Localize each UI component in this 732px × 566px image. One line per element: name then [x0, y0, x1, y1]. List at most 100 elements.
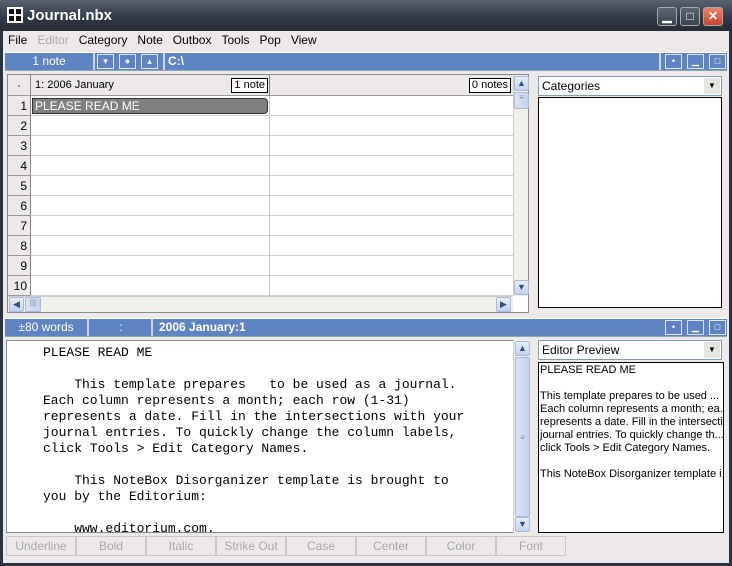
- table-row: [31, 256, 513, 276]
- cursor-position: :: [91, 319, 153, 336]
- editor-text[interactable]: PLEASE READ ME This template prepares to…: [7, 341, 513, 532]
- close-icon[interactable]: ✕: [703, 7, 723, 26]
- minimize-icon[interactable]: ▁: [657, 7, 677, 26]
- scroll-thumb[interactable]: ≡: [514, 92, 529, 109]
- chevron-down-icon[interactable]: ▼: [704, 342, 720, 358]
- row-header[interactable]: 8: [8, 236, 31, 256]
- format-button-font[interactable]: Font: [496, 536, 566, 556]
- categories-list[interactable]: [538, 97, 722, 308]
- grid-cell-note[interactable]: PLEASE READ ME: [32, 98, 268, 114]
- menu-tools[interactable]: Tools: [216, 31, 254, 47]
- dot-button[interactable]: ●: [119, 54, 136, 69]
- grid-cell[interactable]: [31, 136, 269, 155]
- grid-cell[interactable]: [270, 136, 513, 155]
- pane-minimize-button[interactable]: ▁: [687, 54, 704, 69]
- note-grid: · 1: 2006 January 1 note 0 notes 1 PLEAS…: [7, 74, 529, 313]
- row-header[interactable]: 3: [8, 136, 31, 156]
- grid-header: · 1: 2006 January 1 note 0 notes: [8, 75, 513, 96]
- note-count: 1 note: [5, 53, 95, 70]
- preview-selected: Editor Preview: [542, 343, 620, 357]
- table-row: [31, 216, 513, 236]
- pane-maximize-button[interactable]: □: [709, 320, 726, 335]
- menu-category[interactable]: Category: [74, 31, 133, 47]
- format-button-case[interactable]: Case: [286, 536, 356, 556]
- scroll-down-icon[interactable]: ▼: [514, 280, 529, 295]
- row-header[interactable]: 5: [8, 176, 31, 196]
- grid-cell[interactable]: [31, 176, 269, 195]
- grid-horizontal-scrollbar[interactable]: ◀ ||| ▶: [8, 296, 513, 312]
- preview-dropdown[interactable]: Editor Preview ▼: [538, 340, 722, 360]
- menu-view[interactable]: View: [286, 31, 322, 47]
- scroll-up-icon[interactable]: ▲: [515, 341, 530, 356]
- row-header[interactable]: 7: [8, 216, 31, 236]
- categories-dropdown[interactable]: Categories ▼: [538, 76, 722, 96]
- scroll-right-icon[interactable]: ▶: [496, 297, 511, 312]
- row-header[interactable]: 10: [8, 276, 31, 296]
- column-label: 1: 2006 January: [35, 79, 114, 91]
- maximize-icon[interactable]: □: [680, 7, 700, 26]
- grid-cell[interactable]: [270, 176, 513, 195]
- row-header[interactable]: 9: [8, 256, 31, 276]
- next-down-button[interactable]: ▾: [97, 54, 114, 69]
- scroll-left-icon[interactable]: ◀: [9, 297, 24, 312]
- grid-cell[interactable]: [270, 216, 513, 235]
- grid-cell[interactable]: [270, 116, 513, 135]
- table-row: [31, 116, 513, 136]
- row-header[interactable]: 2: [8, 116, 31, 136]
- menu-outbox[interactable]: Outbox: [168, 31, 217, 47]
- grid-cell[interactable]: [31, 116, 269, 135]
- menu-pop[interactable]: Pop: [254, 31, 285, 47]
- column-note-badge: 1 note: [231, 78, 268, 93]
- row-header[interactable]: 6: [8, 196, 31, 216]
- format-button-italic[interactable]: Italic: [146, 536, 216, 556]
- format-button-center[interactable]: Center: [356, 536, 426, 556]
- grid-cell[interactable]: [270, 196, 513, 215]
- pin-button[interactable]: •: [665, 54, 682, 69]
- column-note-badge: 0 notes: [468, 78, 511, 93]
- column-divider: [269, 96, 270, 296]
- grid-cell[interactable]: [31, 196, 269, 215]
- table-row: [31, 236, 513, 256]
- grid-cell[interactable]: [31, 236, 269, 255]
- hscroll-thumb[interactable]: |||: [25, 297, 41, 312]
- format-button-color[interactable]: Color: [426, 536, 496, 556]
- title-bar: Journal.nbx ▁ □ ✕: [0, 0, 732, 31]
- scroll-down-icon[interactable]: ▼: [515, 517, 530, 532]
- format-button-underline[interactable]: Underline: [6, 536, 76, 556]
- grid-cell[interactable]: [270, 96, 513, 115]
- menu-note[interactable]: Note: [132, 31, 167, 47]
- row-header[interactable]: 1: [8, 96, 31, 116]
- up-button[interactable]: ▴: [141, 54, 158, 69]
- format-button-bold[interactable]: Bold: [76, 536, 146, 556]
- pin-button[interactable]: •: [665, 320, 682, 335]
- menu-editor[interactable]: Editor: [32, 31, 73, 47]
- grid-cell[interactable]: [270, 156, 513, 175]
- editor-vertical-scrollbar[interactable]: ▲ ≡ ▼: [513, 340, 530, 533]
- column-header[interactable]: 0 notes: [270, 75, 513, 96]
- corner-cell: ·: [8, 75, 31, 96]
- grid-cell[interactable]: [270, 276, 513, 295]
- scroll-up-icon[interactable]: ▲: [514, 76, 529, 91]
- note-editor[interactable]: PLEASE READ ME This template prepares to…: [6, 340, 514, 533]
- grid-cell[interactable]: [270, 236, 513, 255]
- chevron-down-icon[interactable]: ▼: [704, 78, 720, 94]
- preview-line: This template prepares to be used ...: [540, 390, 720, 402]
- scroll-thumb[interactable]: ≡: [515, 357, 530, 517]
- format-button-strike-out[interactable]: Strike Out: [216, 536, 286, 556]
- grid-cell[interactable]: [270, 256, 513, 275]
- grid-cell[interactable]: [31, 156, 269, 175]
- grid-cell[interactable]: [31, 216, 269, 235]
- window-title: Journal.nbx: [27, 7, 113, 24]
- table-row: [31, 136, 513, 156]
- pane-maximize-button[interactable]: □: [709, 54, 726, 69]
- editor-preview: PLEASE READ ME This template prepares to …: [538, 362, 724, 533]
- pane-minimize-button[interactable]: ▁: [687, 320, 704, 335]
- grid-cell[interactable]: [31, 256, 269, 275]
- app-logo-icon: [7, 7, 23, 23]
- menu-file[interactable]: File: [3, 31, 32, 47]
- row-header[interactable]: 4: [8, 156, 31, 176]
- grid-cell[interactable]: [31, 276, 269, 295]
- pane-splitter[interactable]: [531, 74, 535, 313]
- grid-vertical-scrollbar[interactable]: ▲ ≡ ▼: [513, 75, 529, 296]
- column-header[interactable]: 1: 2006 January 1 note: [32, 75, 270, 96]
